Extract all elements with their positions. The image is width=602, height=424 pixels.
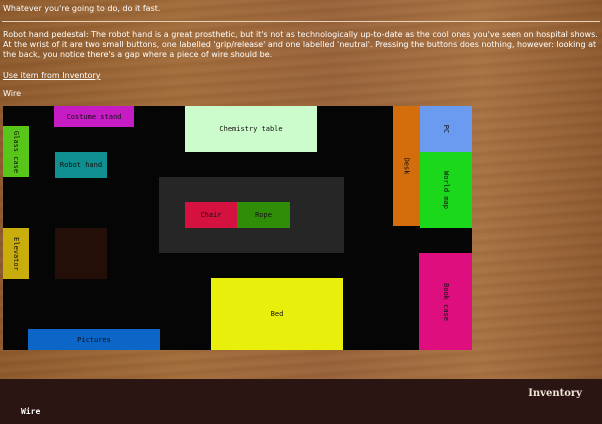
room-map: Costume stand Chemistry table Desk PC Gl… xyxy=(3,106,472,350)
room-elevator[interactable]: Elevator xyxy=(3,228,29,279)
room-pc[interactable]: PC xyxy=(420,106,472,152)
room-glass-case[interactable]: Glass case xyxy=(3,126,29,177)
room-bed[interactable]: Bed xyxy=(211,278,343,350)
separator-line xyxy=(2,21,600,22)
inventory-title: Inventory xyxy=(528,388,582,399)
inventory-item[interactable]: Wire xyxy=(21,407,40,416)
room-dark-square xyxy=(55,228,107,279)
room-chemistry-table[interactable]: Chemistry table xyxy=(185,106,317,152)
room-world-map[interactable]: World map xyxy=(420,152,472,228)
inventory-panel: Inventory Wire xyxy=(0,379,602,424)
room-rope[interactable]: Rope xyxy=(237,202,290,228)
room-robot-hand[interactable]: Robot hand xyxy=(55,152,107,178)
room-pictures[interactable]: Pictures xyxy=(28,329,160,350)
room-book-case[interactable]: Book case xyxy=(419,253,472,350)
room-costume-stand[interactable]: Costume stand xyxy=(54,106,134,127)
room-chair[interactable]: Chair xyxy=(185,202,237,228)
description-text: Robot hand pedestal: The robot hand is a… xyxy=(3,30,598,59)
room-desk[interactable]: Desk xyxy=(393,106,420,226)
headline: Whatever you're going to do, do it fast. xyxy=(3,4,161,13)
selected-item-label: Wire xyxy=(3,89,21,98)
use-item-link[interactable]: Use item from Inventory xyxy=(3,71,100,80)
